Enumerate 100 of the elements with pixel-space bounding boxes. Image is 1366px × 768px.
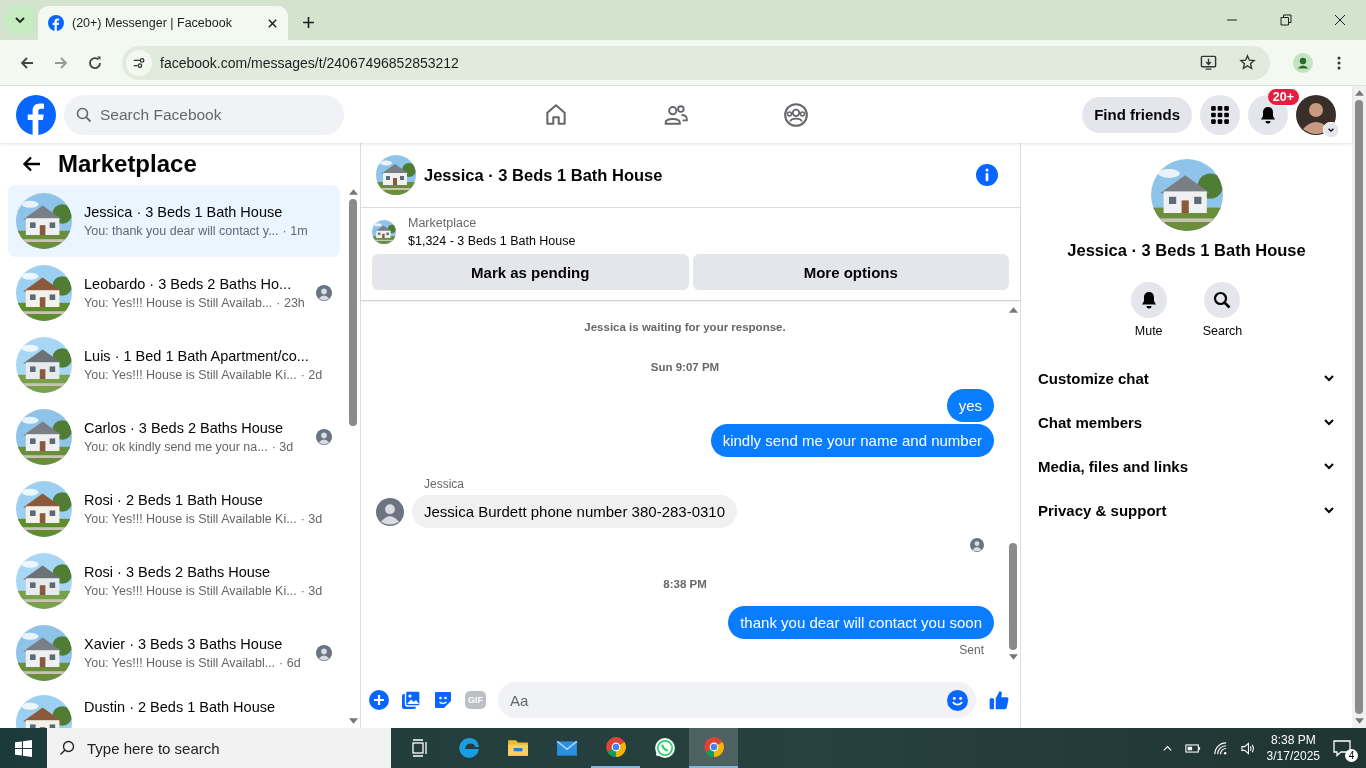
scroll-down-icon[interactable]	[1354, 718, 1364, 724]
message-time: · 1m	[282, 224, 308, 238]
scroll-thumb[interactable]	[349, 199, 357, 426]
search-icon	[1212, 290, 1233, 310]
message-field[interactable]: Aa	[498, 682, 976, 718]
menu-button[interactable]	[1200, 94, 1240, 135]
volume-icon[interactable]	[1239, 740, 1255, 756]
chevron-down-icon	[14, 14, 26, 26]
chevron-down-icon[interactable]	[1323, 504, 1335, 516]
address-bar[interactable]: facebook.com/messages/t/24067496852853212	[122, 45, 1270, 80]
clock[interactable]: 8:38 PM 3/17/2025	[1266, 732, 1320, 764]
section-header[interactable]: Chat members	[1038, 400, 1335, 444]
search-icon	[76, 106, 92, 123]
search-placeholder: Type here to search	[87, 739, 220, 757]
conversation-item[interactable]: Carlos · 3 Beds 2 Baths House You: ok kindly send me your na... · 3d	[8, 401, 340, 473]
home-icon	[543, 101, 569, 128]
scroll-up-icon[interactable]	[1008, 307, 1018, 313]
browser-tab[interactable]: (20+) Messenger | Facebook	[38, 6, 288, 40]
mute-button[interactable]	[1130, 282, 1167, 318]
conversation-item[interactable]: Leobardo · 3 Beds 2 Baths Ho... You: Yes!!! House is Still Availab... · 23h	[8, 257, 340, 329]
grid-icon	[1210, 104, 1230, 125]
scrollbar[interactable]	[1352, 86, 1366, 728]
new-tab-icon[interactable]	[302, 16, 315, 29]
notification-center-icon[interactable]	[1332, 738, 1352, 758]
plus-icon[interactable]	[369, 690, 389, 710]
search-button[interactable]	[1204, 282, 1241, 318]
info-icon[interactable]	[976, 164, 998, 186]
section-header[interactable]: Customize chat	[1038, 356, 1335, 400]
restore-icon[interactable]	[1280, 14, 1292, 26]
tab-search-button[interactable]	[6, 6, 34, 34]
conversation-item[interactable]: Xavier · 3 Beds 3 Baths House You: Yes!!! House is Still Availabl... · 6d	[8, 617, 340, 689]
notification-count: 20+	[1266, 87, 1300, 106]
back-icon[interactable]	[19, 54, 35, 71]
back-arrow-icon[interactable]	[22, 154, 42, 174]
message-preview: You: Yes!!! House is Still Availabl...	[84, 656, 276, 670]
facebook-logo[interactable]	[16, 94, 56, 135]
conversation-item[interactable]: Rosi · 3 Beds 2 Baths House You: Yes!!! House is Still Available Ki... · 3d	[8, 545, 340, 617]
conversation-title: Xavier · 3 Beds 3 Baths House	[84, 636, 284, 652]
user-avatar	[316, 645, 332, 661]
mark-pending-button[interactable]: Mark as pending	[372, 254, 689, 290]
message-time: · 2d	[300, 368, 323, 382]
browser-icon	[457, 737, 480, 759]
scroll-down-icon[interactable]	[1008, 654, 1018, 660]
conversation-item[interactable]: Jessica · 3 Beds 1 Bath House You: thank you dear will contact y... · 1m	[8, 185, 340, 257]
battery-icon[interactable]	[1184, 742, 1201, 754]
sent-message: kindly send me your name and number	[710, 424, 994, 457]
clock-date: 3/17/2025	[1266, 748, 1320, 764]
facebook-logo	[48, 15, 64, 31]
conversation-title: Dustin · 2 Beds 1 Bath House	[84, 699, 277, 715]
close-icon[interactable]	[267, 17, 278, 29]
conversation-item[interactable]: Rosi · 2 Beds 1 Bath House You: Yes!!! House is Still Available Ki... · 3d	[8, 473, 340, 545]
message-preview: You: ok kindly send me your na...	[84, 440, 268, 454]
user-avatar	[316, 429, 332, 445]
chevron-down-icon[interactable]	[1323, 460, 1335, 472]
search-field[interactable]: Search Facebook	[64, 94, 344, 135]
chevron-down-icon[interactable]	[1323, 372, 1335, 384]
received-message: Jessica Burdett phone number 380-283-0310	[412, 495, 738, 528]
url-text: facebook.com/messages/t/24067496852853212	[160, 54, 459, 71]
message-preview: You: Yes!!! House is Still Available Ki...	[84, 368, 297, 382]
conversation-title: Rosi · 3 Beds 2 Baths House	[84, 564, 272, 580]
search-icon	[59, 740, 75, 756]
scroll-thumb[interactable]	[1009, 543, 1017, 650]
profile-icon[interactable]	[1293, 52, 1313, 73]
thumbs-up-icon[interactable]	[988, 689, 1010, 711]
message-preview: You: Yes!!! House is Still Available Ki...	[84, 512, 297, 526]
sidebar-title: Marketplace	[58, 150, 197, 178]
section-title: Chat members	[1038, 413, 1143, 431]
scroll-up-icon[interactable]	[348, 189, 358, 195]
more-options-button[interactable]: More options	[692, 254, 1009, 290]
scroll-thumb[interactable]	[1355, 100, 1363, 714]
scroll-up-icon[interactable]	[1354, 90, 1364, 96]
profile-avatar[interactable]	[1296, 94, 1336, 135]
windows-logo[interactable]	[15, 739, 32, 757]
forward-icon[interactable]	[53, 54, 69, 71]
scroll-down-icon[interactable]	[348, 718, 358, 724]
wifi-icon[interactable]	[1212, 740, 1228, 756]
conversation-title: Carlos · 3 Beds 2 Baths House	[84, 420, 285, 436]
photo-icon[interactable]	[401, 690, 421, 710]
reload-icon[interactable]	[87, 54, 103, 71]
taskbar-search-field[interactable]: Type here to search	[47, 728, 391, 768]
timestamp: Sun 9:07 PM	[650, 361, 720, 373]
message-time: · 3d	[271, 440, 294, 454]
emoji-icon[interactable]	[947, 689, 968, 711]
chevron-down-icon[interactable]	[1323, 416, 1335, 428]
find-friends-button[interactable]: Find friends	[1082, 96, 1192, 133]
user-avatar	[376, 497, 404, 526]
clock-time: 8:38 PM	[1270, 732, 1316, 748]
message-time: · 3d	[300, 512, 323, 526]
message-time: · 23h	[276, 296, 305, 310]
conversation-item[interactable]: Luis · 1 Bed 1 Bath Apartment/co... You: Yes!!! House is Still Available Ki... · 2d	[8, 329, 340, 401]
user-avatar	[970, 538, 984, 552]
section-header[interactable]: Privacy & support	[1038, 488, 1335, 532]
star-icon[interactable]	[1239, 54, 1256, 71]
close-icon[interactable]	[1334, 14, 1346, 26]
install-icon[interactable]	[1200, 54, 1217, 71]
notification-count: 4	[1345, 749, 1358, 762]
message-preview: You: thank you dear will contact y...	[84, 224, 279, 238]
section-header[interactable]: Media, files and links	[1038, 444, 1335, 488]
sticker-icon[interactable]	[433, 690, 453, 710]
site-settings-icon[interactable]	[132, 55, 146, 70]
